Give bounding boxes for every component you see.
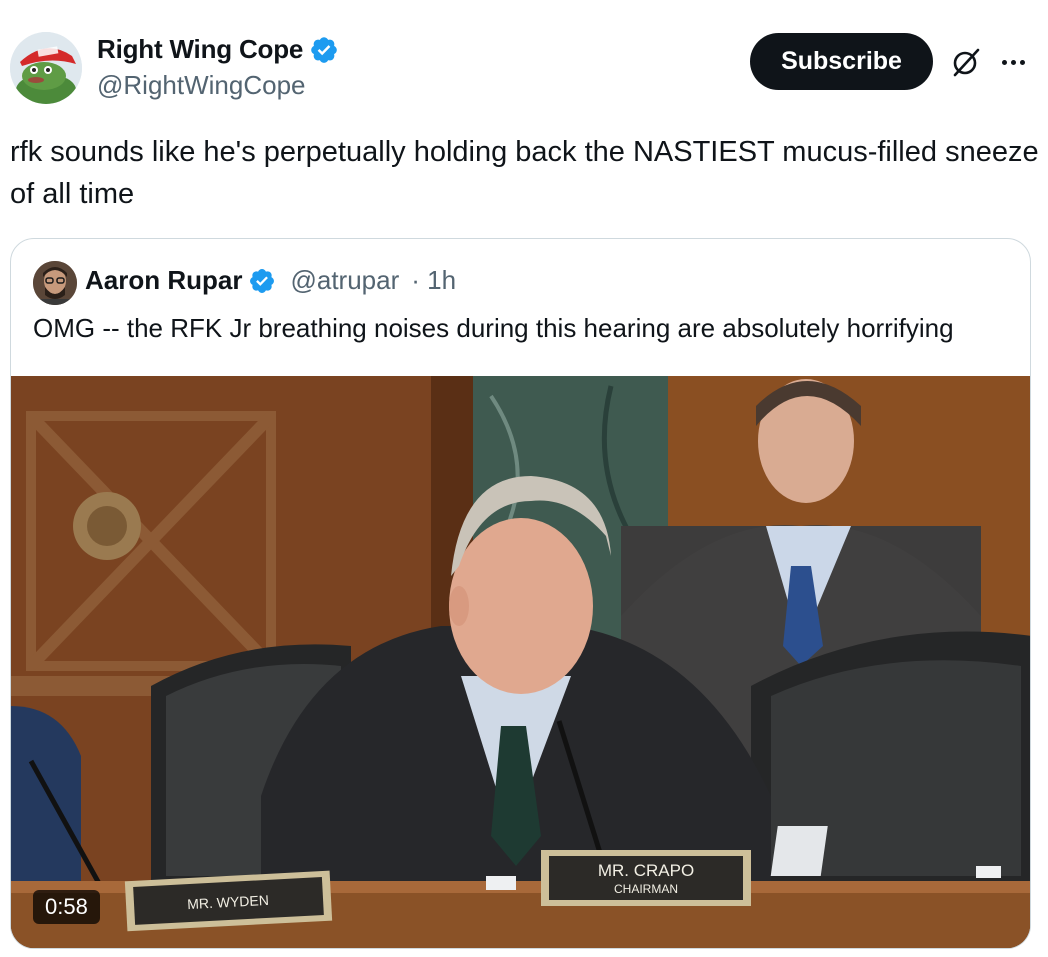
- video-duration-badge: 0:58: [33, 890, 100, 924]
- quoted-tweet[interactable]: Aaron Rupar @atrupar · 1h OMG -- the RFK…: [10, 238, 1031, 949]
- video-frame: MR. WYDEN MR. CRAPO CHAIRMAN: [11, 376, 1030, 948]
- tweet: Right Wing Cope @RightWingCope Subscribe…: [0, 0, 1048, 957]
- verified-badge-icon: [250, 268, 275, 293]
- quoted-avatar-image: [33, 261, 77, 305]
- subscribe-button[interactable]: Subscribe: [750, 33, 933, 90]
- placard-center-name: MR. CRAPO: [598, 861, 694, 880]
- more-dot: [1001, 59, 1007, 65]
- more-dot: [1019, 59, 1025, 65]
- grok-icon[interactable]: [950, 46, 982, 78]
- avatar-image: [10, 32, 82, 104]
- quoted-author-avatar[interactable]: [33, 261, 77, 305]
- quoted-author-handle: @atrupar: [290, 265, 400, 295]
- quoted-tweet-text: OMG -- the RFK Jr breathing noises durin…: [33, 313, 954, 343]
- more-dot: [1010, 59, 1016, 65]
- quoted-timestamp: · 1h: [411, 265, 457, 295]
- verified-badge-icon: [311, 36, 337, 63]
- more-options-icon[interactable]: [997, 46, 1029, 78]
- video-player[interactable]: MR. WYDEN MR. CRAPO CHAIRMAN 0:58: [11, 376, 1030, 948]
- author-avatar[interactable]: [10, 32, 82, 104]
- quoted-author-name: Aaron Rupar: [85, 265, 243, 295]
- placard-center-title: CHAIRMAN: [614, 882, 678, 896]
- quoted-author-line[interactable]: Aaron Rupar @atrupar · 1h: [85, 265, 456, 296]
- tweet-text: rfk sounds like he's perpetually holding…: [10, 136, 1039, 210]
- author-handle[interactable]: @RightWingCope: [97, 70, 305, 101]
- author-name-text: Right Wing Cope: [97, 34, 304, 64]
- author-display-name[interactable]: Right Wing Cope: [97, 34, 339, 65]
